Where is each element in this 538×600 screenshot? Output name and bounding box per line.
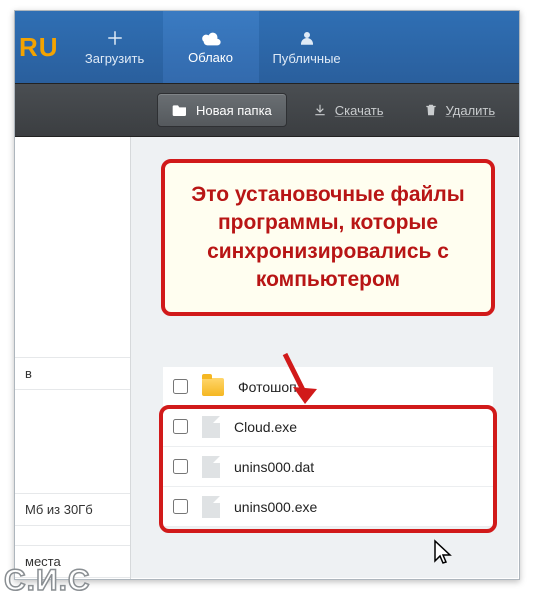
row-checkbox[interactable]: [173, 379, 188, 394]
row-checkbox[interactable]: [173, 419, 188, 434]
sidebar-storage: Мб из 30Гб: [15, 493, 130, 526]
nav-upload-label: Загрузить: [85, 51, 144, 66]
file-row[interactable]: Cloud.exe: [163, 407, 493, 447]
delete-label: Удалить: [446, 103, 496, 118]
sidebar-fragment-1: в: [15, 357, 130, 390]
watermark: С.И.С: [4, 564, 91, 598]
file-name: unins000.exe: [234, 499, 317, 515]
download-label: Скачать: [335, 103, 384, 118]
folder-icon: [202, 378, 224, 396]
nav-public[interactable]: Публичные: [259, 11, 355, 83]
file-icon: [202, 416, 220, 438]
nav-cloud[interactable]: Облако: [163, 11, 259, 83]
file-name: unins000.dat: [234, 459, 314, 475]
file-row[interactable]: unins000.dat: [163, 447, 493, 487]
folder-icon: [172, 103, 188, 117]
download-button[interactable]: Скачать: [299, 93, 398, 127]
file-name: Cloud.exe: [234, 419, 297, 435]
nav-upload[interactable]: Загрузить: [67, 11, 163, 83]
new-folder-button[interactable]: Новая папка: [157, 93, 287, 127]
app-window: RU Загрузить Облако Публичные Новая папк…: [14, 10, 520, 580]
logo-fragment: RU: [15, 32, 67, 63]
file-row[interactable]: unins000.exe: [163, 487, 493, 527]
row-checkbox[interactable]: [173, 459, 188, 474]
delete-button[interactable]: Удалить: [410, 93, 510, 127]
download-icon: [313, 103, 327, 117]
row-checkbox[interactable]: [173, 499, 188, 514]
file-icon: [202, 496, 220, 518]
person-icon: [298, 29, 316, 47]
cursor-icon: [433, 539, 453, 565]
file-icon: [202, 456, 220, 478]
plus-icon: [106, 29, 124, 47]
cloud-icon: [200, 30, 222, 46]
new-folder-label: Новая папка: [196, 103, 272, 118]
toolbar: Новая папка Скачать Удалить: [15, 83, 519, 137]
annotation-arrow: [275, 349, 335, 409]
nav-public-label: Публичные: [272, 51, 340, 66]
sidebar: в Мб из 30Гб места: [15, 137, 131, 579]
annotation-callout: Это установочные файлы программы, которы…: [161, 159, 495, 316]
top-nav: RU Загрузить Облако Публичные: [15, 11, 519, 83]
trash-icon: [424, 103, 438, 117]
nav-cloud-label: Облако: [188, 50, 233, 65]
